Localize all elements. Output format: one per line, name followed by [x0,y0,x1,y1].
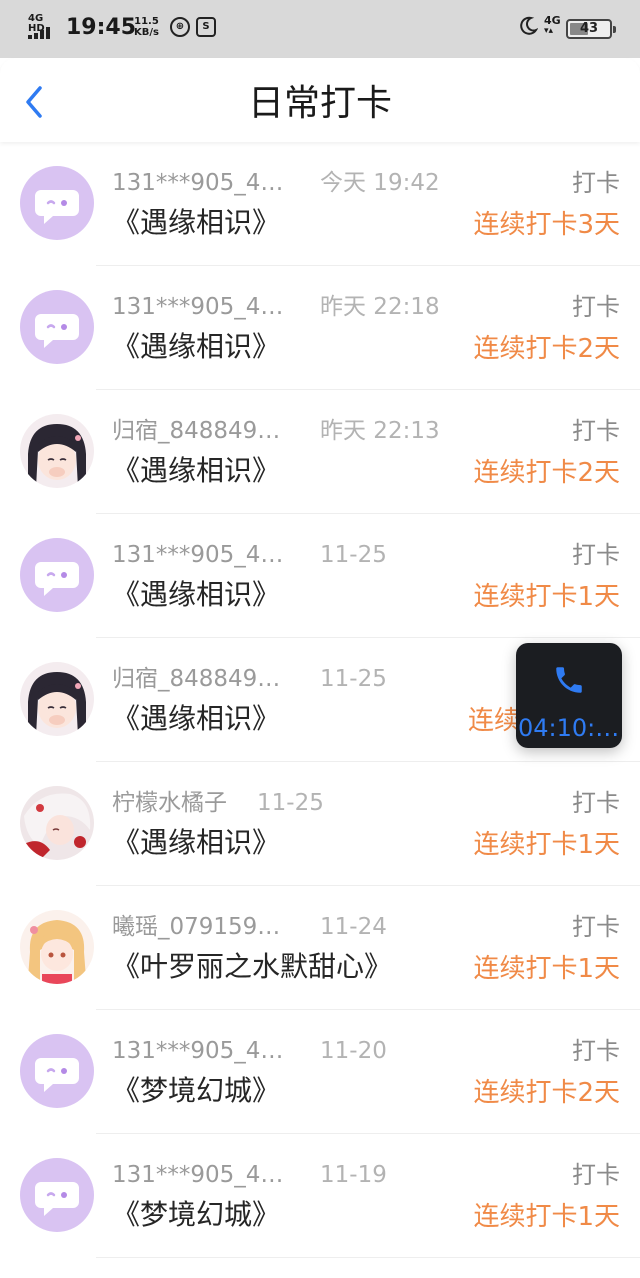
checkin-time: 11-24 [320,914,387,940]
user-name: 131***905_4… [112,542,284,568]
user-name: 曦瑶_079159… [112,914,281,940]
app-notification-icon: S [196,17,216,37]
chat-bubble-avatar [20,166,94,240]
checkin-time: 昨天 22:13 [320,418,440,444]
checkin-time: 11-25 [257,790,324,816]
streak-count: 连续打卡1天 [473,830,620,860]
checkin-time: 11-25 [320,542,387,568]
battery-icon: 43 [566,19,616,39]
book-title: 《梦境幻城》 [112,1198,281,1231]
streak-count: 连续打卡1天 [473,954,620,984]
do-not-disturb-icon [520,16,538,35]
book-title: 《遇缘相识》 [112,702,281,735]
anime-girl-avatar [20,414,94,488]
chat-bubble-avatar [20,1034,94,1108]
book-title: 《遇缘相识》 [112,206,281,239]
checkin-label: 打卡 [572,417,620,445]
screen: 4G HD 19:45 11.5 KB/s ⊕ S 4G ▾▴ 43 日常打卡 … [0,0,640,1278]
app-header: 日常打卡 [0,58,640,142]
status-bar: 4G HD 19:45 11.5 KB/s ⊕ S 4G ▾▴ 43 [0,0,640,58]
checkin-label: 打卡 [572,1037,620,1065]
chat-bubble-avatar [20,538,94,612]
checkin-time: 11-20 [320,1038,387,1064]
streak-count: 连续打卡3天 [473,210,620,240]
book-title: 《遇缘相识》 [112,826,281,859]
status-time: 19:45 [66,15,137,40]
user-name: 131***905_4… [112,294,284,320]
checkin-row[interactable]: 131***905_4… 11-19 打卡 《梦境幻城》 连续打卡1天 [0,1134,640,1258]
page-title: 日常打卡 [247,83,392,124]
battery-level: 43 [579,21,599,36]
user-name: 归宿_848849… [112,666,281,692]
network-speed-value: 11.5 [134,16,159,27]
checkin-row[interactable]: 131***905_4… 今天 19:42 打卡 《遇缘相识》 连续打卡3天 [0,142,640,266]
anime-girl-avatar [20,662,94,736]
book-title: 《遇缘相识》 [112,330,281,363]
checkin-row[interactable]: 131***905_4… 11-20 打卡 《梦境幻城》 连续打卡2天 [0,1010,640,1134]
book-title: 《遇缘相识》 [112,578,281,611]
checkin-row[interactable]: 归宿_848849… 昨天 22:13 打卡 《遇缘相识》 连续打卡2天 [0,390,640,514]
checkin-row[interactable]: 柠檬水橘子 11-25 打卡 《遇缘相识》 连续打卡1天 [0,762,640,886]
user-name: 131***905_4… [112,1162,284,1188]
user-name: 归宿_848849… [112,418,281,444]
checkin-row[interactable]: 曦瑶_079159… 11-24 打卡 《叶罗丽之水默甜心》 连续打卡1天 [0,886,640,1010]
phone-icon [556,667,582,693]
streak-count: 连续打卡2天 [473,1078,620,1108]
streak-count: 连续 [468,706,521,736]
chat-bubble-avatar [20,1158,94,1232]
network-speed-unit: KB/s [134,27,159,38]
call-duration: 04:10:… [518,714,620,742]
checkin-label: 打卡 [572,541,620,569]
streak-count: 连续打卡1天 [473,582,620,612]
network-speed: 11.5 KB/s [134,16,159,38]
user-name: 131***905_4… [112,1038,284,1064]
streak-count: 连续打卡2天 [473,458,620,488]
checkin-label: 打卡 [572,1161,620,1189]
checkin-time: 11-19 [320,1162,387,1188]
user-name: 柠檬水橘子 [112,790,227,816]
checkin-label: 打卡 [572,169,620,197]
streak-count: 连续打卡2天 [473,334,620,364]
user-name: 131***905_4… [112,170,284,196]
checkin-time: 11-25 [320,666,387,692]
book-title: 《叶罗丽之水默甜心》 [112,950,393,983]
notification-icon: ⊕ [170,17,190,37]
anime-girl-avatar [20,786,94,860]
checkin-time: 今天 19:42 [320,170,440,196]
checkin-label: 打卡 [572,913,620,941]
floating-call-widget[interactable]: 04:10:… [516,643,622,748]
mobile-data-icon: 4G ▾▴ [544,14,561,36]
divider [96,1257,640,1258]
checkin-label: 打卡 [572,789,620,817]
anime-girl-avatar [20,910,94,984]
book-title: 《遇缘相识》 [112,454,281,487]
checkin-label: 打卡 [572,293,620,321]
streak-count: 连续打卡1天 [473,1202,620,1232]
signal-icon: 4G HD [28,14,58,40]
checkin-time: 昨天 22:18 [320,294,440,320]
chat-bubble-avatar [20,290,94,364]
checkin-row[interactable]: 131***905_4… 昨天 22:18 打卡 《遇缘相识》 连续打卡2天 [0,266,640,390]
book-title: 《梦境幻城》 [112,1074,281,1107]
checkin-row[interactable]: 131***905_4… 11-25 打卡 《遇缘相识》 连续打卡1天 [0,514,640,638]
